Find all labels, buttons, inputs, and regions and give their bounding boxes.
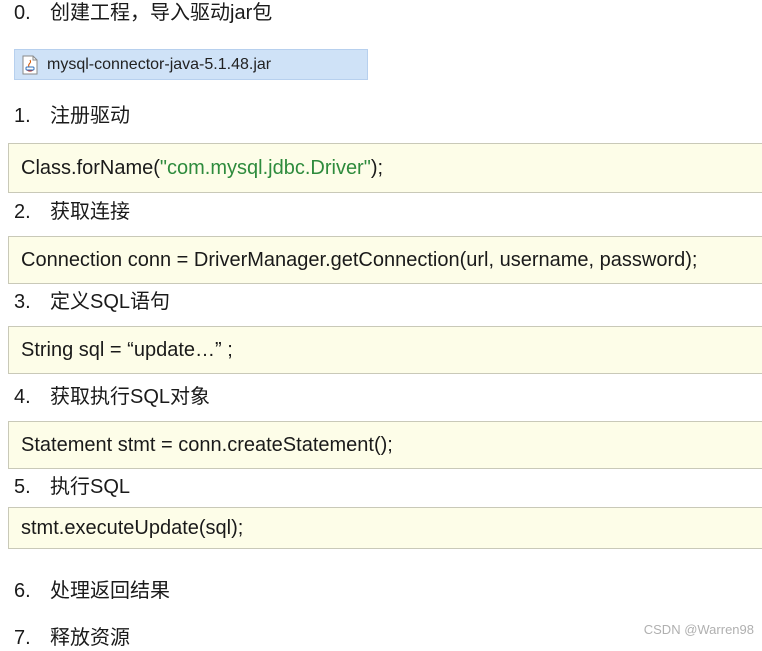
code-text: Statement stmt = conn.createStatement(); xyxy=(21,433,393,456)
jar-file-icon xyxy=(21,55,39,75)
code-text: String sql = “update…” ; xyxy=(21,338,233,361)
step-2-heading: 2. 获取连接 xyxy=(14,199,130,225)
step-label: 处理返回结果 xyxy=(50,580,170,602)
code-text: Connection conn = DriverManager.getConne… xyxy=(21,248,698,271)
step-6-heading: 6. 处理返回结果 xyxy=(14,578,170,604)
step-5-heading: 5. 执行SQL xyxy=(14,474,130,500)
step-0-heading: 0. 创建工程，导入驱动jar包 xyxy=(14,0,272,26)
step-number: 4. xyxy=(14,386,31,408)
code-get-connection: Connection conn = DriverManager.getConne… xyxy=(8,236,762,284)
step-number: 0. xyxy=(14,2,31,24)
step-number: 5. xyxy=(14,476,31,498)
code-text: stmt.executeUpdate(sql); xyxy=(21,516,244,539)
step-number: 3. xyxy=(14,291,31,313)
step-label: 获取连接 xyxy=(50,201,130,223)
step-label: 获取执行SQL对象 xyxy=(50,386,211,408)
step-7-heading: 7. 释放资源 xyxy=(14,625,130,651)
code-create-statement: Statement stmt = conn.createStatement(); xyxy=(8,421,762,469)
step-label: 定义SQL语句 xyxy=(50,291,171,313)
step-number: 6. xyxy=(14,580,31,602)
step-label: 注册驱动 xyxy=(50,105,130,127)
code-text: Class.forName( xyxy=(21,156,160,179)
step-number: 2. xyxy=(14,201,31,223)
step-label: 执行SQL xyxy=(50,476,131,498)
step-number: 7. xyxy=(14,627,31,649)
code-define-sql: String sql = “update…” ; xyxy=(8,326,762,374)
step-number: 1. xyxy=(14,105,31,127)
step-4-heading: 4. 获取执行SQL对象 xyxy=(14,384,210,410)
step-1-heading: 1. 注册驱动 xyxy=(14,103,130,129)
step-label: 释放资源 xyxy=(50,627,130,649)
watermark: CSDN @Warren98 xyxy=(643,622,754,637)
code-execute-update: stmt.executeUpdate(sql); xyxy=(8,507,762,549)
code-string-literal: "com.mysql.jdbc.Driver" xyxy=(159,156,371,179)
code-text: ); xyxy=(370,156,384,179)
jar-file-item[interactable]: mysql-connector-java-5.1.48.jar xyxy=(14,49,368,80)
code-register-driver: Class.forName("com.mysql.jdbc.Driver"); xyxy=(8,143,762,193)
jar-file-name: mysql-connector-java-5.1.48.jar xyxy=(47,55,272,73)
step-label: 创建工程，导入驱动jar包 xyxy=(50,2,273,24)
step-3-heading: 3. 定义SQL语句 xyxy=(14,289,170,315)
